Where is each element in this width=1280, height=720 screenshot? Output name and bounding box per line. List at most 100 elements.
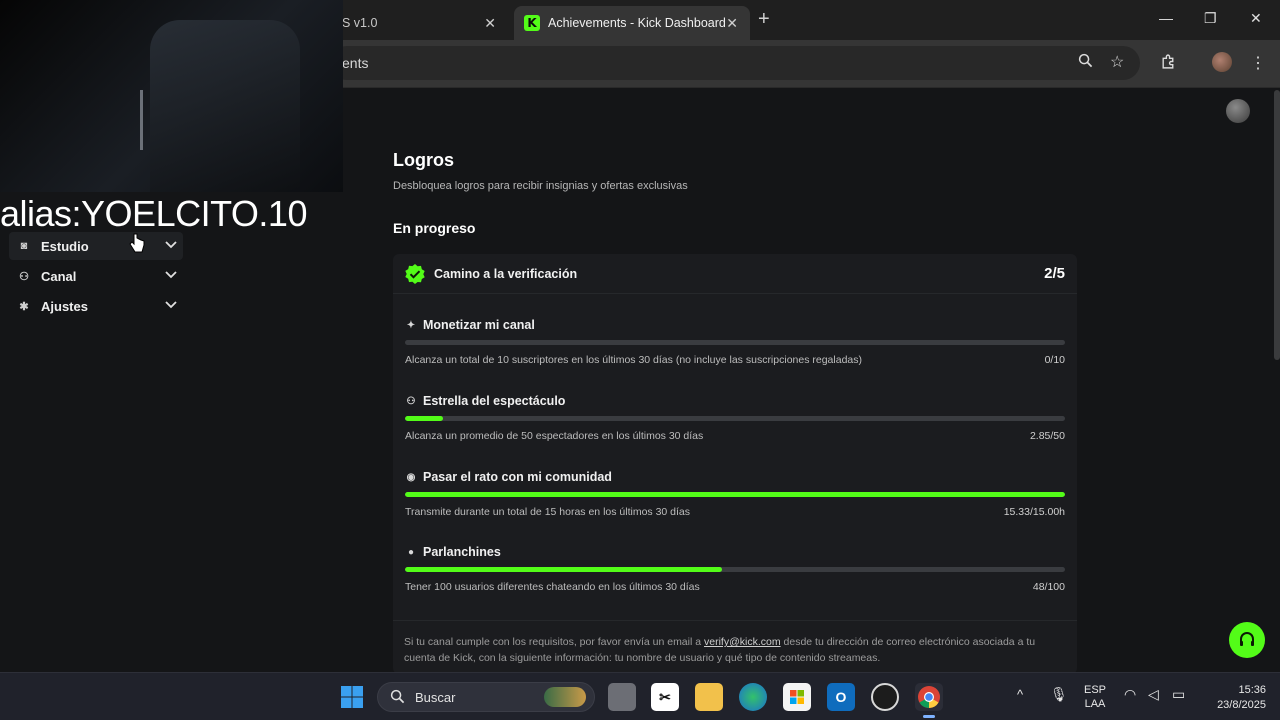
file-explorer-icon[interactable] bbox=[695, 683, 723, 711]
user-avatar[interactable] bbox=[1226, 99, 1250, 123]
achievement-name: Pasar el rato con mi comunidad bbox=[423, 470, 612, 484]
battery-icon[interactable]: ▭ bbox=[1172, 686, 1185, 703]
tab-inactive[interactable]: S v1.0 ✕ bbox=[330, 6, 508, 40]
windows-start-icon[interactable] bbox=[338, 683, 366, 711]
note-text: Si tu canal cumple con los requisitos, p… bbox=[404, 636, 704, 648]
sidebar-item-label: Estudio bbox=[41, 238, 89, 254]
close-tab-icon[interactable]: ✕ bbox=[726, 15, 738, 32]
progress-fill bbox=[405, 416, 443, 421]
language-indicator[interactable]: ESP LAA bbox=[1080, 683, 1110, 711]
progress-bar bbox=[405, 492, 1065, 497]
achievement-progress: 2.85/50 bbox=[1029, 430, 1065, 442]
achievement-name: Estrella del espectáculo bbox=[423, 394, 566, 408]
clock-time: 15:36 bbox=[1238, 684, 1266, 696]
sidebar-item-canal[interactable]: ⚇ Canal bbox=[9, 262, 183, 290]
extensions-icon[interactable] bbox=[1160, 53, 1177, 75]
chat-icon: ● bbox=[407, 546, 415, 558]
address-bar[interactable]: ents bbox=[330, 46, 1140, 80]
email-link[interactable]: verify@kick.com bbox=[704, 636, 781, 648]
search-label: Buscar bbox=[415, 690, 456, 705]
card-count: 2/5 bbox=[1044, 265, 1065, 282]
webcam-overlay bbox=[0, 0, 343, 192]
gear-icon: ✱ bbox=[19, 300, 29, 313]
minimize-icon[interactable]: — bbox=[1159, 10, 1173, 26]
outlook-icon[interactable]: O bbox=[827, 683, 855, 711]
language-variant: LAA bbox=[1084, 698, 1106, 710]
active-app-indicator bbox=[923, 715, 935, 718]
close-window-icon[interactable]: ✕ bbox=[1250, 10, 1262, 27]
progress-fill bbox=[405, 567, 722, 572]
restore-icon[interactable]: ❐ bbox=[1204, 10, 1217, 27]
broadcast-icon: ◉ bbox=[406, 471, 416, 483]
achievement-progress: 48/100 bbox=[1032, 581, 1065, 593]
profile-avatar[interactable] bbox=[1212, 52, 1232, 72]
users-icon: ⚇ bbox=[406, 395, 416, 407]
achievement-description: Alcanza un promedio de 50 espectadores e… bbox=[405, 430, 704, 442]
studio-icon: ◙ bbox=[20, 240, 28, 252]
support-chat-button[interactable] bbox=[1229, 622, 1265, 658]
card-divider bbox=[393, 620, 1077, 621]
sidebar-item-estudio[interactable]: ◙ Estudio bbox=[9, 232, 183, 260]
new-tab-button[interactable]: + bbox=[758, 8, 770, 31]
bookmark-star-icon[interactable]: ☆ bbox=[1110, 52, 1124, 72]
search-highlight-image bbox=[544, 687, 586, 707]
store-icon[interactable] bbox=[783, 683, 811, 711]
achievement-name: Monetizar mi canal bbox=[423, 318, 535, 332]
language-code: ESP bbox=[1083, 684, 1106, 696]
hand-cursor-icon bbox=[128, 232, 146, 259]
chevron-down-icon bbox=[165, 240, 177, 252]
tab-achievements[interactable]: K Achievements - Kick Dashboard ✕ bbox=[514, 6, 750, 40]
page-subtitle: Desbloquea logros para recibir insignias… bbox=[393, 180, 688, 192]
achievement-progress: 0/10 bbox=[1044, 354, 1065, 366]
tab-label: Achievements - Kick Dashboard bbox=[548, 16, 726, 30]
chevron-down-icon bbox=[165, 300, 177, 312]
search-icon bbox=[390, 689, 405, 707]
achievement-description: Alcanza un total de 10 suscriptores en l… bbox=[405, 354, 862, 366]
clock[interactable]: 15:36 23/8/2025 bbox=[1200, 683, 1266, 713]
sparkle-icon: ✦ bbox=[406, 319, 416, 331]
headset-icon bbox=[1240, 632, 1254, 646]
progress-bar bbox=[405, 567, 1065, 572]
section-heading: En progreso bbox=[393, 220, 476, 236]
volume-icon[interactable]: ◁ bbox=[1148, 686, 1159, 703]
progress-bar bbox=[405, 340, 1065, 345]
address-text: ents bbox=[342, 55, 369, 71]
sidebar-item-label: Ajustes bbox=[41, 298, 88, 314]
achievement-progress: 15.33/15.00h bbox=[1003, 506, 1065, 518]
achievement-description: Transmite durante un total de 15 horas e… bbox=[405, 506, 691, 518]
menu-kebab-icon[interactable]: ⋮ bbox=[1250, 53, 1266, 73]
zoom-icon[interactable] bbox=[1078, 53, 1093, 73]
alias-overlay-text: alias:YOELCITO.10 bbox=[0, 193, 307, 234]
verification-note: Si tu canal cumple con los requisitos, p… bbox=[404, 634, 1068, 666]
page-scrollbar[interactable] bbox=[1274, 90, 1280, 360]
achievement-description: Tener 100 usuarios diferentes chateando … bbox=[405, 581, 700, 593]
edge-icon[interactable] bbox=[739, 683, 767, 711]
chevron-up-icon[interactable]: ^ bbox=[1017, 687, 1023, 702]
sidebar-item-label: Canal bbox=[41, 268, 77, 284]
wifi-icon[interactable]: ◠ bbox=[1124, 686, 1136, 703]
close-tab-icon[interactable]: ✕ bbox=[484, 15, 496, 32]
sidebar-item-ajustes[interactable]: ✱ Ajustes bbox=[9, 292, 183, 320]
capcut-icon[interactable]: ✂ bbox=[651, 683, 679, 711]
page-title: Logros bbox=[393, 150, 454, 170]
obs-icon[interactable] bbox=[871, 683, 899, 711]
windows-taskbar: Buscar ✂ O ^ 🎙 ESP LAA ◠ ◁ ▭ 15:36 23/8/… bbox=[0, 672, 1280, 720]
chevron-down-icon bbox=[165, 270, 177, 282]
webcam-detail bbox=[140, 90, 143, 150]
tab-label: S v1.0 bbox=[342, 16, 378, 30]
progress-fill bbox=[405, 492, 1065, 497]
clock-date: 23/8/2025 bbox=[1217, 699, 1266, 711]
kick-favicon-icon: K bbox=[524, 15, 540, 31]
achievement-name: Parlanchines bbox=[423, 545, 501, 559]
microphone-icon[interactable]: 🎙 bbox=[1050, 686, 1068, 703]
verified-badge-icon bbox=[404, 263, 426, 285]
users-icon: ⚇ bbox=[19, 270, 29, 283]
taskbar-search[interactable]: Buscar bbox=[377, 682, 595, 712]
webcam-figure bbox=[150, 20, 300, 192]
chrome-icon[interactable] bbox=[915, 683, 943, 711]
achievement-card: Camino a la verificación 2/5 ✦ Monetizar … bbox=[393, 254, 1077, 674]
card-title: Camino a la verificación bbox=[434, 267, 578, 281]
task-view-icon[interactable] bbox=[608, 683, 636, 711]
card-header[interactable]: Camino a la verificación 2/5 bbox=[393, 254, 1077, 294]
progress-bar bbox=[405, 416, 1065, 421]
